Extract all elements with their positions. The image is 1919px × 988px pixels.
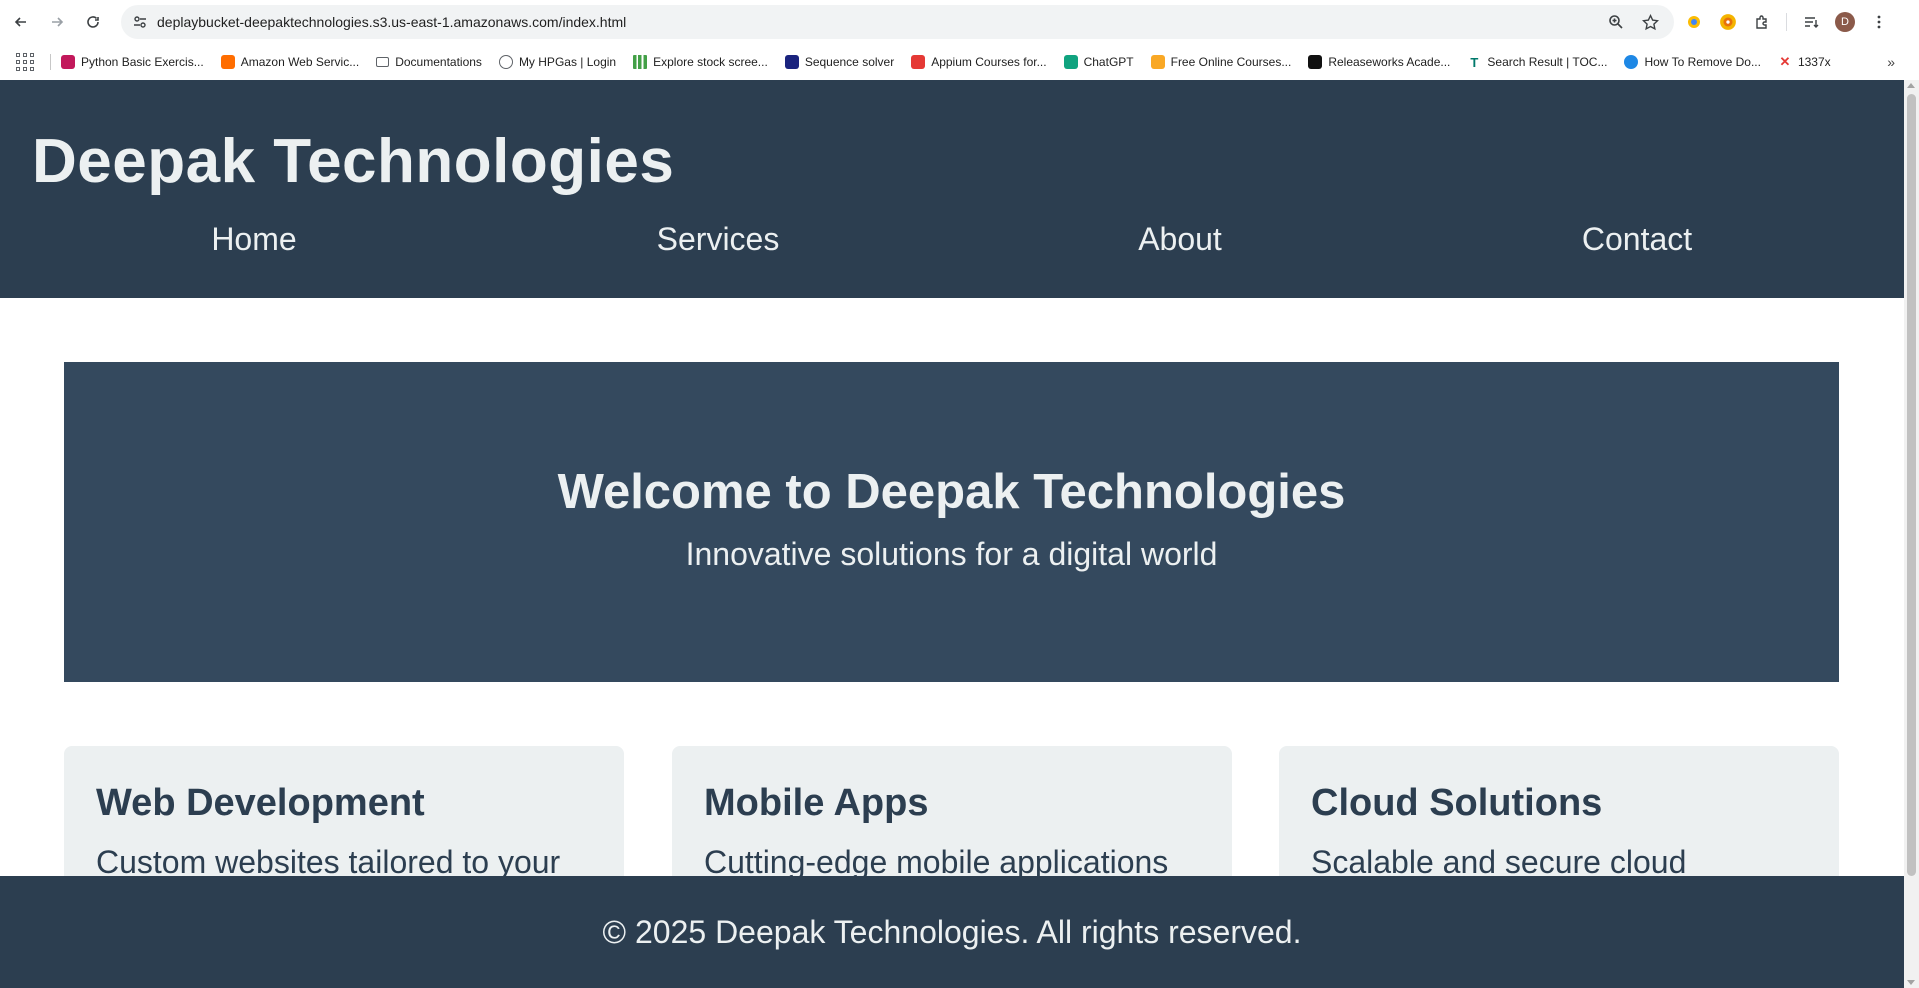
- globe-icon: [498, 55, 513, 69]
- kebab-menu-icon[interactable]: [1869, 12, 1889, 32]
- bookmark-item[interactable]: Amazon Web Servic...: [220, 55, 360, 69]
- scrollbar-thumb[interactable]: [1907, 94, 1916, 876]
- nav-link-services[interactable]: Services: [657, 221, 780, 258]
- x-mark-icon: ✕: [1779, 54, 1791, 69]
- footer-copyright: © 2025 Deepak Technologies. All rights r…: [602, 914, 1302, 950]
- bookmark-label: My HPGas | Login: [518, 55, 617, 69]
- nav-link-home[interactable]: Home: [211, 221, 296, 258]
- bookmark-item[interactable]: Documentations: [376, 55, 482, 69]
- bookmark-item[interactable]: Appium Courses for...: [911, 55, 1047, 69]
- site-header: Deepak Technologies Home Services About …: [0, 80, 1904, 298]
- toolbar-divider: [1786, 13, 1787, 31]
- bookmark-item[interactable]: T Search Result | TOC...: [1467, 54, 1608, 70]
- url-text[interactable]: deplaybucket-deepaktechnologies.s3.us-ea…: [157, 14, 626, 30]
- forward-button[interactable]: [42, 7, 72, 37]
- sequence-solver-icon: [784, 55, 799, 69]
- card-title: Cloud Solutions: [1311, 782, 1603, 824]
- extension-gauge-icon[interactable]: [1718, 12, 1738, 32]
- extension-colorful-icon[interactable]: [1684, 12, 1704, 32]
- globe-color-icon: [1624, 55, 1639, 69]
- bookmarks-bar: Python Basic Exercis... Amazon Web Servic…: [0, 44, 1919, 80]
- bookmark-label: Python Basic Exercis...: [81, 55, 204, 69]
- scroll-up-arrow-icon[interactable]: [1907, 83, 1915, 88]
- w3resource-icon: [61, 55, 75, 69]
- site-info-icon[interactable]: [131, 13, 149, 31]
- releaseworks-icon: [1308, 55, 1323, 69]
- aws-cube-icon: [220, 55, 235, 69]
- bookmark-item[interactable]: Explore stock scree...: [633, 55, 768, 69]
- hero-subtitle: Innovative solutions for a digital world: [685, 536, 1218, 572]
- bookmark-label: 1337x: [1797, 55, 1831, 69]
- back-button[interactable]: [6, 7, 36, 37]
- bookmark-label: Search Result | TOC...: [1487, 55, 1608, 69]
- bookmark-label: Releaseworks Acade...: [1328, 55, 1451, 69]
- more-bookmarks-chevron-icon[interactable]: »: [1887, 54, 1895, 70]
- bookmark-label: Sequence solver: [804, 55, 895, 69]
- bookmark-item[interactable]: Python Basic Exercis...: [61, 55, 204, 69]
- card-title: Mobile Apps: [704, 782, 929, 824]
- bar-chart-icon: [633, 55, 648, 69]
- bookmark-label: ChatGPT: [1083, 55, 1134, 69]
- browser-toolbar: deplaybucket-deepaktechnologies.s3.us-ea…: [0, 0, 1919, 44]
- bookmark-star-icon[interactable]: [1640, 12, 1660, 32]
- bookmark-label: Appium Courses for...: [931, 55, 1047, 69]
- bookmark-item[interactable]: Releaseworks Acade...: [1308, 55, 1450, 69]
- bookmark-item[interactable]: How To Remove Do...: [1624, 55, 1761, 69]
- address-bar[interactable]: deplaybucket-deepaktechnologies.s3.us-ea…: [121, 5, 1674, 39]
- bookmark-label: How To Remove Do...: [1644, 55, 1761, 69]
- scroll-down-arrow-icon[interactable]: [1907, 980, 1915, 985]
- page-scrollbar[interactable]: [1904, 80, 1919, 988]
- appium-icon: [911, 55, 926, 69]
- card-title: Web Development: [96, 782, 425, 824]
- bookmark-item[interactable]: Free Online Courses...: [1150, 55, 1292, 69]
- bookmark-item[interactable]: My HPGas | Login: [498, 55, 617, 69]
- page-viewport: Deepak Technologies Home Services About …: [0, 80, 1904, 988]
- site-footer: © 2025 Deepak Technologies. All rights r…: [0, 876, 1904, 988]
- bookmark-item[interactable]: ChatGPT: [1063, 55, 1134, 69]
- reload-icon: [87, 16, 99, 28]
- hero-banner: Welcome to Deepak Technologies Innovativ…: [64, 362, 1839, 682]
- extensions-area: D: [1684, 7, 1889, 37]
- bookmark-item[interactable]: ✕ 1337x: [1778, 54, 1831, 69]
- zoom-icon[interactable]: [1606, 12, 1626, 32]
- nav-link-contact[interactable]: Contact: [1582, 221, 1692, 258]
- bookmark-list: Python Basic Exercis... Amazon Web Servic…: [61, 54, 1848, 70]
- apps-grid-icon[interactable]: [16, 52, 36, 72]
- reload-button[interactable]: [78, 7, 108, 37]
- courses-icon: [1150, 55, 1165, 69]
- back-arrow-icon: [14, 17, 26, 27]
- t-letter-icon: T: [1470, 54, 1479, 70]
- site-logo: Deepak Technologies: [32, 127, 675, 196]
- profile-avatar[interactable]: D: [1835, 12, 1855, 32]
- bookmark-label: Explore stock scree...: [653, 55, 768, 69]
- extensions-puzzle-icon[interactable]: [1752, 12, 1772, 32]
- hero-title: Welcome to Deepak Technologies: [557, 465, 1346, 519]
- bookmark-label: Documentations: [395, 55, 482, 69]
- bookmark-item[interactable]: Sequence solver: [784, 55, 895, 69]
- reading-list-icon[interactable]: [1801, 12, 1821, 32]
- forward-arrow-icon: [52, 17, 64, 27]
- bookmarks-divider: [50, 54, 51, 70]
- nav-link-about[interactable]: About: [1138, 221, 1222, 258]
- bookmark-label: Free Online Courses...: [1170, 55, 1292, 69]
- bookmark-label: Amazon Web Servic...: [240, 55, 360, 69]
- folder-icon: [376, 57, 390, 67]
- chatgpt-icon: [1063, 55, 1078, 69]
